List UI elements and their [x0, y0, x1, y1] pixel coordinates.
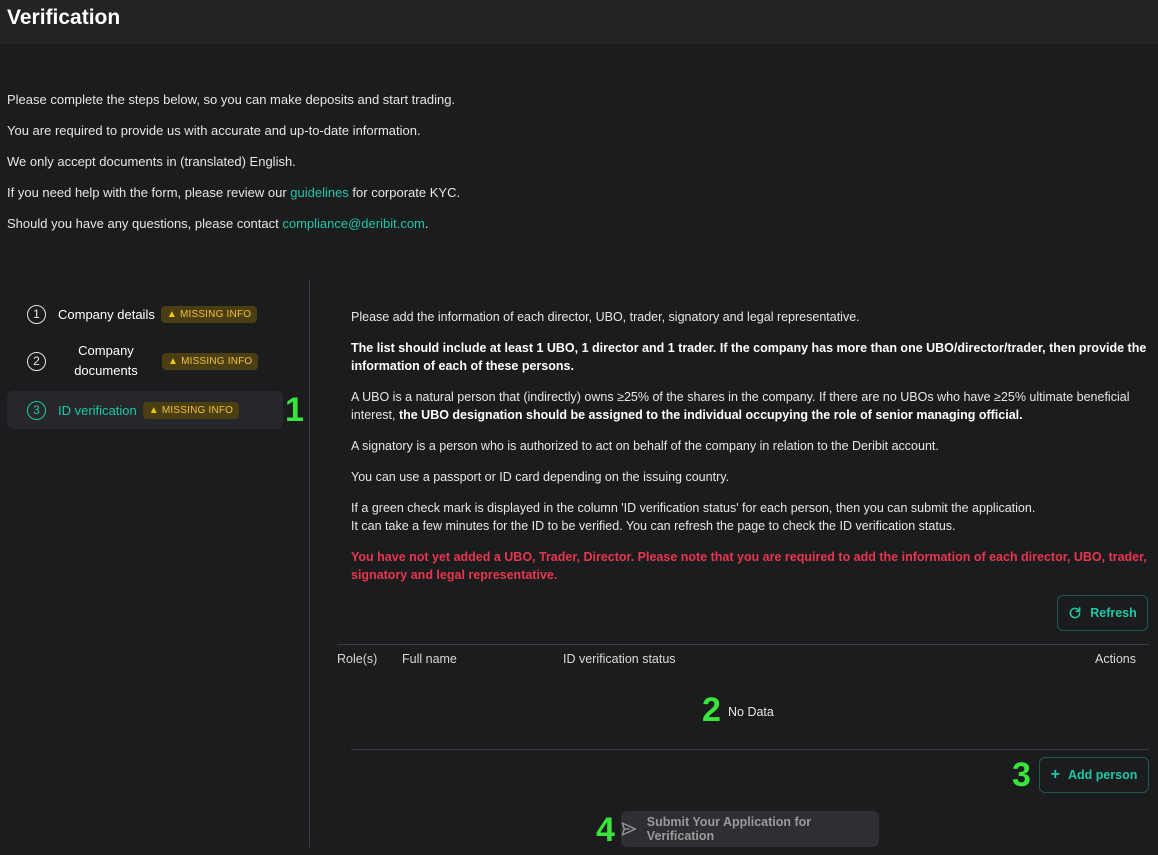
send-icon: [621, 822, 637, 836]
vertical-divider: [309, 279, 310, 847]
warning-icon: ▲: [168, 355, 179, 367]
missing-info-badge: ▲ MISSING INFO: [160, 305, 258, 323]
table-bottom-border: [351, 749, 1149, 750]
page-title: Verification: [7, 6, 121, 29]
step-company-details[interactable]: 1 Company details ▲ MISSING INFO: [7, 295, 283, 333]
plus-icon: +: [1050, 766, 1060, 783]
intro-line-4-post: for corporate KYC.: [348, 185, 461, 200]
annotation-2: 2: [702, 691, 721, 729]
guidelines-link[interactable]: guidelines: [290, 185, 349, 200]
add-person-label: Add person: [1067, 768, 1138, 782]
badge-text: MISSING INFO: [161, 404, 234, 416]
info-paragraph-6: If a green check mark is displayed in th…: [351, 499, 1151, 535]
intro-line-4: If you need help with the form, please r…: [7, 185, 907, 201]
intro-line-5: Should you have any questions, please co…: [7, 216, 907, 232]
warning-icon: ▲: [148, 404, 159, 416]
intro-line-1: Please complete the steps below, so you …: [7, 92, 456, 107]
step-number: 1: [27, 304, 46, 324]
info-paragraph-1: Please add the information of each direc…: [351, 310, 860, 324]
intro-text: Please complete the steps below, so you …: [7, 92, 907, 247]
badge-text: MISSING INFO: [179, 308, 252, 320]
info-paragraph-5: You can use a passport or ID card depend…: [351, 470, 730, 484]
warning-icon: ▲: [166, 308, 177, 320]
step-label: Company details: [58, 306, 155, 322]
step-label: Company documents: [74, 343, 138, 378]
refresh-label: Refresh: [1090, 606, 1137, 620]
column-header-id-status: ID verification status: [563, 652, 676, 666]
step-number: 3: [27, 400, 46, 420]
refresh-button[interactable]: Refresh: [1057, 595, 1148, 631]
page-header: Verification: [0, 0, 1158, 44]
intro-line-3: We only accept documents in (translated)…: [7, 154, 296, 169]
intro-line-4-pre: If you need help with the form, please r…: [7, 185, 291, 200]
intro-line-2: You are required to provide us with accu…: [7, 123, 421, 138]
add-person-button[interactable]: + Add person: [1039, 757, 1149, 793]
badge-text: MISSING INFO: [181, 355, 253, 367]
step-company-documents[interactable]: 2 Company documents ▲ MISSING INFO: [7, 338, 283, 384]
column-header-full-name: Full name: [402, 652, 457, 666]
intro-line-5-pre: Should you have any questions, please co…: [7, 216, 283, 231]
id-verification-content: Please add the information of each direc…: [351, 308, 1151, 597]
info-paragraph-3: A UBO is a natural person that (indirect…: [351, 388, 1151, 424]
info-paragraph-6b: It can take a few minutes for the ID to …: [351, 519, 956, 533]
info-paragraph-3-bold: the UBO designation should be assigned t…: [398, 408, 1023, 422]
annotation-4: 4: [596, 811, 615, 849]
missing-persons-warning: You have not yet added a UBO, Trader, Di…: [351, 550, 1147, 582]
missing-info-badge: ▲ MISSING INFO: [162, 352, 259, 370]
submit-label: Submit Your Application for Verification: [646, 815, 812, 843]
column-header-actions: Actions: [1095, 652, 1136, 666]
step-label: ID verification: [58, 402, 137, 418]
column-header-roles: Role(s): [337, 652, 378, 666]
missing-info-badge: ▲ MISSING INFO: [142, 401, 240, 419]
intro-line-5-post: .: [424, 216, 429, 231]
info-paragraph-2: The list should include at least 1 UBO, …: [351, 341, 1147, 373]
table-empty-state: No Data: [728, 705, 774, 719]
annotation-1: 1: [285, 391, 304, 429]
refresh-icon: [1069, 606, 1081, 619]
step-id-verification[interactable]: 3 ID verification ▲ MISSING INFO: [7, 391, 283, 429]
info-paragraph-6a: If a green check mark is displayed in th…: [351, 501, 1036, 515]
compliance-email-link[interactable]: compliance@deribit.com: [282, 216, 425, 231]
info-paragraph-4: A signatory is a person who is authorize…: [351, 439, 939, 453]
submit-application-button[interactable]: Submit Your Application for Verification: [621, 811, 879, 847]
table-top-border: [337, 644, 1149, 645]
step-number: 2: [27, 351, 46, 371]
annotation-3: 3: [1012, 756, 1031, 794]
